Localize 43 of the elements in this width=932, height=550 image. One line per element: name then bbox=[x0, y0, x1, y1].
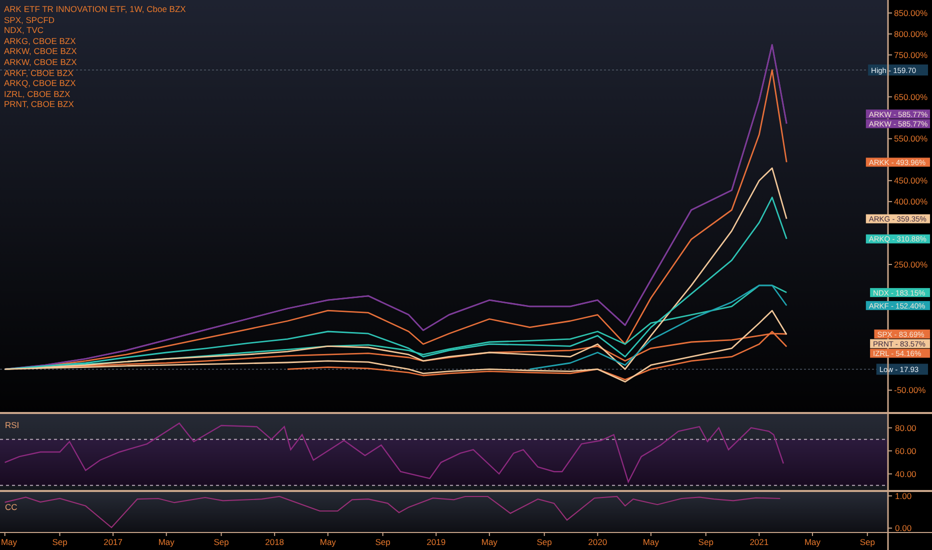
legend-item: NDX, TVC bbox=[4, 25, 45, 36]
axis-label: 40.00 bbox=[895, 468, 916, 479]
axis-label: 400.00% bbox=[894, 196, 928, 207]
axis-label: May bbox=[0, 537, 18, 547]
axis-label: 2019 bbox=[426, 537, 446, 547]
axis-label: 0.00 bbox=[895, 523, 912, 534]
axis-label: 650.00% bbox=[894, 92, 928, 102]
panel-title: RSI bbox=[5, 420, 20, 430]
axis-label: 250.00% bbox=[894, 259, 928, 270]
axis-label: May bbox=[158, 537, 174, 547]
axis-label: Sep bbox=[860, 537, 875, 547]
axis-label: May bbox=[804, 537, 820, 547]
axis-label: May bbox=[642, 537, 659, 547]
axis-label: 550.00% bbox=[894, 134, 928, 144]
legend-item: ARKW, CBOE BZX bbox=[4, 46, 78, 57]
axis-label: 850.00% bbox=[894, 8, 928, 18]
axis-label: Sep bbox=[214, 537, 229, 547]
axis-label: 450.00% bbox=[894, 176, 928, 186]
axis-label: Sep bbox=[536, 537, 552, 547]
panel-title: CC bbox=[5, 502, 18, 512]
legend-item: ARKQ, CBOE BZX bbox=[4, 78, 77, 89]
legend-item: ARK ETF TR INNOVATION ETF, 1W, Cboe BZX bbox=[4, 4, 186, 15]
axis-label: 2017 bbox=[104, 537, 123, 547]
legend-item: ARKW, CBOE BZX bbox=[4, 56, 78, 68]
axis-label: 2020 bbox=[588, 537, 608, 547]
axis-label: Sep bbox=[375, 537, 390, 547]
legend-item: ARKG, CBOE BZX bbox=[4, 36, 77, 46]
axis-label: 2021 bbox=[750, 537, 769, 547]
axis-label: Sep bbox=[698, 537, 714, 547]
axis-label: Sep bbox=[52, 537, 68, 547]
legend-item: SPX, SPCFD bbox=[4, 14, 56, 26]
axis-label: 750.00% bbox=[894, 50, 928, 60]
axis-label: 1.00 bbox=[895, 492, 912, 501]
legend-item: IZRL, CBOE BZX bbox=[4, 88, 72, 100]
axis-label: 800.00% bbox=[894, 28, 928, 39]
axis-label: May bbox=[320, 537, 336, 547]
axis-label: May bbox=[481, 537, 498, 547]
axis-label: 80.00 bbox=[895, 422, 916, 433]
axis-label: 2018 bbox=[265, 537, 284, 547]
legend-item: ARKF, CBOE BZX bbox=[4, 68, 74, 78]
axis-label: 60.00 bbox=[895, 446, 916, 456]
axis-label: -50.00% bbox=[894, 385, 926, 396]
legend-item: PRNT, CBOE BZX bbox=[4, 99, 75, 110]
